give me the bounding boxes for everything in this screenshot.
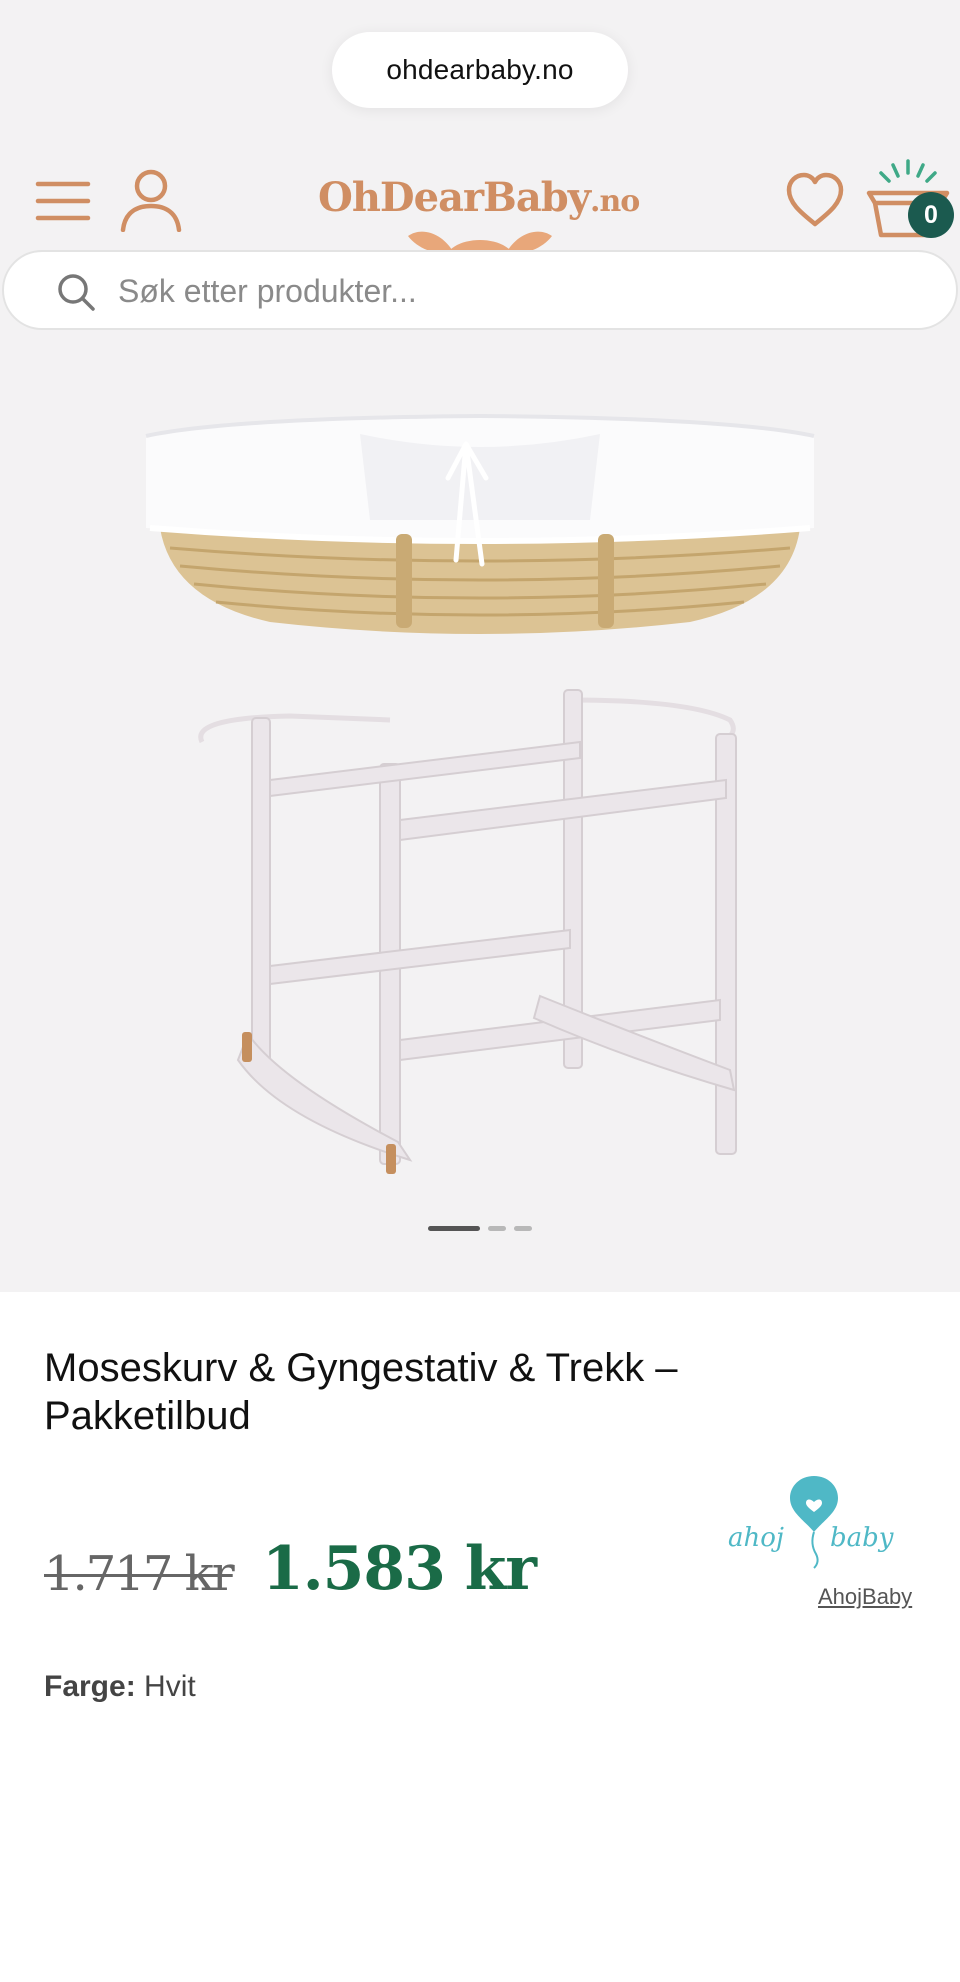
gallery-pagination [428,1226,532,1231]
heart-icon [786,172,844,227]
brand-link[interactable]: AhojBaby [818,1584,912,1610]
old-price: 1.717 kr [44,1546,235,1602]
brand-logo[interactable]: ahoj baby [714,1464,914,1574]
product-title: Moseskurv & Gyngestativ & Trekk – Pakket… [44,1346,678,1438]
current-price: 1.583 kr [262,1534,537,1604]
url-text: ohdearbaby.no [386,54,574,85]
color-option: Farge: Hvit [44,1670,196,1704]
svg-text:baby: baby [830,1523,894,1553]
url-bar[interactable]: ohdearbaby.no [332,32,628,108]
gallery-dot-1[interactable] [428,1226,480,1231]
cart-count-badge: 0 [908,192,954,238]
color-label: Farge: [44,1670,136,1703]
wishlist-button[interactable] [780,164,850,236]
svg-text:ahoj: ahoj [728,1523,784,1553]
product-image[interactable] [130,400,830,1180]
gallery-dot-3[interactable] [514,1226,532,1231]
logo-text: OhDearBaby.no [318,174,640,221]
deer-logo-icon [408,231,552,250]
site-logo[interactable]: OhDearBaby.no [312,164,652,250]
account-button[interactable] [116,164,186,236]
search-icon [58,274,95,311]
search-input[interactable] [118,264,898,318]
hamburger-menu-icon [35,181,91,221]
site-header: OhDearBaby.no [0,150,960,250]
gallery-dot-2[interactable] [488,1226,506,1231]
user-icon [120,169,182,232]
color-value: Hvit [144,1670,196,1703]
search-bar[interactable] [2,250,958,330]
menu-button[interactable] [32,170,94,232]
